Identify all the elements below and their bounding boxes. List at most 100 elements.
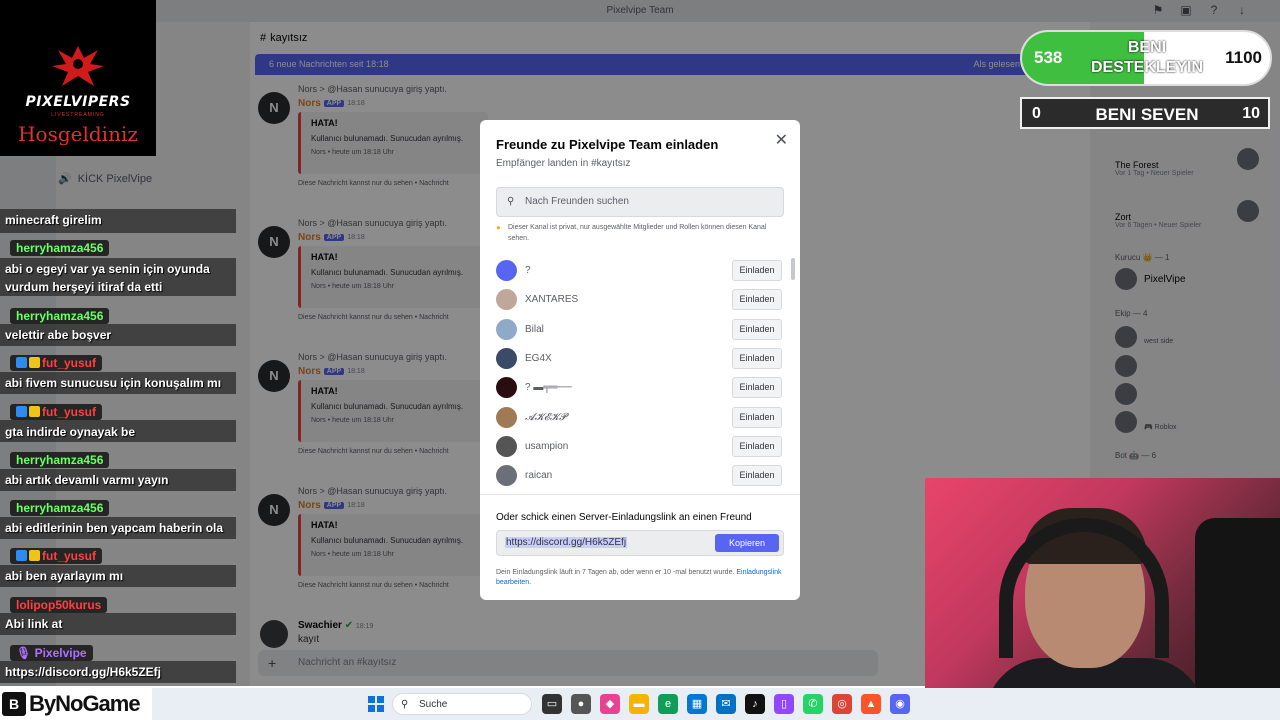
phoenix-icon [52,46,104,86]
task-view-icon[interactable]: ▭ [542,694,562,714]
taskbar-search-label: Suche [419,699,448,710]
close-icon[interactable]: ✕ [775,130,788,150]
stream-logo: PIXELVIPERS LIVESTREAMING Hosgeldiniz [0,0,156,156]
taskbar-search[interactable]: ⚲ Suche [392,693,532,715]
badge-icon [16,406,27,417]
chat-username: herryhamza456 [10,308,110,324]
friend-list: ? Einladen XANTARES Einladen Bilal Einla… [496,256,784,494]
avatar [496,289,517,311]
chat-message: Abi link at [5,617,63,631]
info-icon: ● [496,223,501,232]
list-item: EG4X Einladen [496,344,784,373]
taskbar-apps: ▭ ● ◆ ▬ e ▦ ✉ ♪ ▯ ✆ ◎ ▲ ◉ [542,694,910,714]
goal-target: 1100 [1225,48,1262,67]
chrome-icon[interactable]: ◎ [832,694,852,714]
list-item: 𝓐𝓚𝓔𝓚𝓟 Einladen [496,402,784,431]
brave-icon[interactable]: ▲ [861,694,881,714]
chat-username: 🎙 Pixelvipe [10,645,93,661]
invite-link-field[interactable]: https://discord.gg/H6k5ZEfj Kopieren [496,530,784,556]
friend-name: ? [525,265,531,277]
invite-button[interactable]: Einladen [732,348,782,370]
chat-message: abi artık devamlı varmı yayın [5,473,169,487]
friend-name: raican [525,470,553,482]
windows-start-icon[interactable] [368,696,384,712]
store-icon[interactable]: ▦ [687,694,707,714]
friend-search-input[interactable]: ⚲ Nach Freunden suchen [496,187,784,217]
windows-taskbar: ⚲ Suche ▭ ● ◆ ▬ e ▦ ✉ ♪ ▯ ✆ ◎ ▲ ◉ [152,688,1280,720]
discord-icon[interactable]: ◉ [890,694,910,714]
modal-title: Freunde zu Pixelvipe Team einladen [496,137,719,152]
username-text: Pixelvipe [34,646,87,660]
invite-button[interactable]: Einladen [732,465,782,487]
copy-button[interactable]: Kopieren [715,534,779,552]
invite-button[interactable]: Einladen [732,406,782,428]
friend-name: Bilal [525,323,544,335]
search-icon: ⚲ [507,196,515,207]
notice-text: Dieser Kanal ist privat, nur ausgewählte… [508,224,767,242]
chat-username: herryhamza456 [10,452,110,468]
file-explorer-icon[interactable]: ▬ [629,694,649,714]
discord-avatar-icon [496,260,517,282]
chat-message: gta indirde oynayak be [5,425,136,439]
obs-icon[interactable]: ● [571,694,591,714]
badge-icon [16,550,27,561]
chat-username: fut_yusuf [10,355,102,371]
chat-message: abi ben ayarlayım mı [5,569,124,583]
friend-name: XANTARES [525,294,579,306]
invite-button[interactable]: Einladen [732,289,782,311]
friend-name: 𝓐𝓚𝓔𝓚𝓟 [525,411,567,423]
avatar [496,465,517,487]
invite-button[interactable]: Einladen [732,435,782,457]
divider [480,494,800,495]
chat-message: vurdum herşeyi itiraf da etti [5,280,163,294]
avatar [496,348,517,370]
badge-icon [29,357,40,368]
list-item: Bilal Einladen [496,315,784,344]
avatar [496,318,517,340]
logo-greeting: Hosgeldiniz [18,122,138,146]
bynogame-icon: B [2,692,26,716]
webcam-feed [925,478,1280,720]
list-item: XANTARES Einladen [496,285,784,314]
goal-current: 538 [1034,48,1063,67]
chat-username: fut_yusuf [10,404,102,420]
avatar [496,406,517,428]
logo-subtitle: LIVESTREAMING [51,112,105,118]
whatsapp-icon[interactable]: ✆ [803,694,823,714]
list-item: ? Einladen [496,256,784,285]
chat-username: herryhamza456 [10,500,110,516]
search-placeholder: Nach Freunden suchen [525,196,629,207]
friend-name: usampion [525,440,569,452]
bynogame-logo: B ByNoGame [0,688,152,720]
invite-link-value[interactable]: https://discord.gg/H6k5ZEfj [505,537,628,548]
outlook-icon[interactable]: ✉ [716,694,736,714]
friend-name: EG4X [525,353,552,365]
copilot-icon[interactable]: ◆ [600,694,620,714]
support-goal-widget: 538 BENI DESTEKLEYIN 1100 [1020,30,1272,86]
private-channel-notice: ● Dieser Kanal ist privat, nur ausgewähl… [496,222,776,244]
avatar [496,435,517,457]
avatar [496,377,517,399]
chat-message: minecraft girelim [5,213,102,227]
search-icon: ⚲ [401,699,409,710]
friend-list-scrollbar[interactable] [791,258,795,280]
invite-button[interactable]: Einladen [732,318,782,340]
chat-message: abi editlerinin ben yapcam haberin ola [5,521,224,535]
tiktok-icon[interactable]: ♪ [745,694,765,714]
logo-title: PIXELVIPERS [25,94,131,110]
twitch-icon[interactable]: ▯ [774,694,794,714]
follower-goal-widget: 0 BENI SEVEN 10 [1020,97,1270,129]
chat-message: velettir abe boşver [5,328,112,342]
list-item: usampion Einladen [496,432,784,461]
chat-message: abi fivem sunucusu için konuşalım mı [5,376,222,390]
invite-button[interactable]: Einladen [732,260,782,282]
invite-link-label: Oder schick einen Server-Einladungslink … [496,512,752,523]
edge-icon[interactable]: e [658,694,678,714]
chat-message: https://discord.gg/H6k5ZEfj [5,665,162,679]
expiry-text: Dein Einladungslink läuft in 7 Tagen ab,… [496,569,735,576]
modal-subtitle: Empfänger landen in #kayıtsız [496,158,631,169]
chat-username: fut_yusuf [10,548,102,564]
goal-label: BENI DESTEKLEYIN [1090,39,1203,76]
invite-button[interactable]: Einladen [732,377,782,399]
chat-username: lolipop50kurus [10,597,108,613]
